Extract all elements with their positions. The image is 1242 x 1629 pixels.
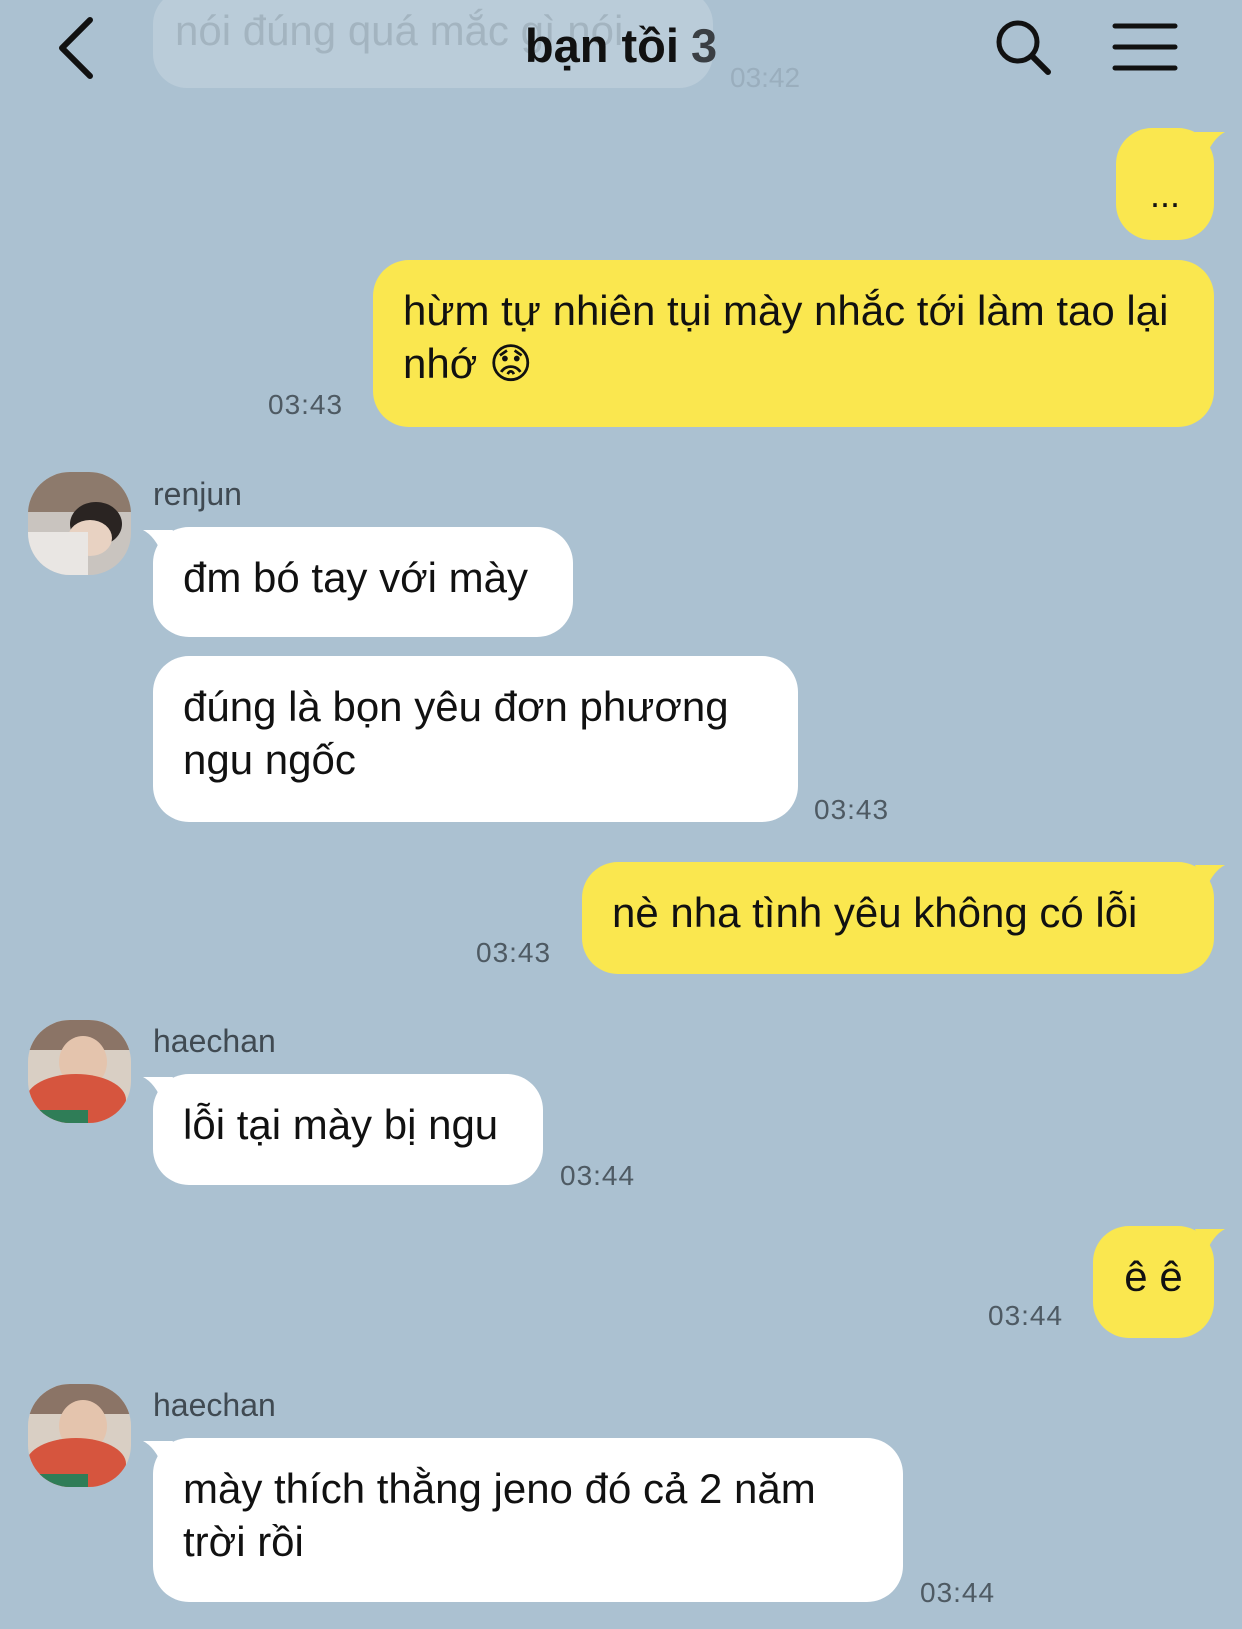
search-icon bbox=[996, 20, 1051, 75]
message-time: 03:43 bbox=[476, 937, 552, 968]
their-message-bubble[interactable]: đm bó tay với mày bbox=[153, 527, 573, 637]
page-title: bạn tồi 3 bbox=[0, 18, 1242, 73]
bubble-tail bbox=[1195, 132, 1225, 158]
message-time: 03:44 bbox=[988, 1300, 1064, 1331]
message-time: 03:44 bbox=[920, 1577, 996, 1608]
menu-button[interactable] bbox=[1112, 20, 1178, 74]
chat-header: bạn tồi 3 bbox=[0, 0, 1242, 100]
my-message-bubble[interactable]: nè nha tình yêu không có lỗi bbox=[582, 862, 1214, 974]
avatar[interactable] bbox=[28, 472, 131, 575]
message-text: nè nha tình yêu không có lỗi bbox=[612, 889, 1138, 936]
bubble-tail bbox=[1195, 865, 1225, 891]
bubble-tail bbox=[1195, 1229, 1225, 1255]
their-message-bubble[interactable]: lỗi tại mày bị ngu bbox=[153, 1074, 543, 1185]
message-text: hừm tự nhiên tụi mày nhắc tới làm tao lạ… bbox=[403, 287, 1169, 387]
sender-name: renjun bbox=[153, 476, 242, 512]
their-message-bubble[interactable]: đúng là bọn yêu đơn phương ngu ngốc bbox=[153, 656, 798, 822]
search-button[interactable] bbox=[994, 18, 1054, 78]
chat-room: nói đúng quá mắc gì nói 03:42 bạn tồi3 bbox=[0, 0, 1242, 1629]
message-time: 03:44 bbox=[560, 1160, 636, 1191]
message-text: ... bbox=[1149, 174, 1180, 215]
chat-title: bạn tồi bbox=[524, 19, 679, 72]
message-time: 03:43 bbox=[268, 389, 344, 420]
message-text: lỗi tại mày bị ngu bbox=[183, 1101, 499, 1148]
message-text: đm bó tay với mày bbox=[183, 554, 528, 601]
my-message-bubble[interactable]: hừm tự nhiên tụi mày nhắc tới làm tao lạ… bbox=[373, 260, 1214, 427]
profile-photo-haechan bbox=[28, 1020, 131, 1123]
member-count: 3 bbox=[690, 19, 718, 72]
hamburger-menu-icon bbox=[1112, 23, 1178, 71]
message-text: ê ê bbox=[1124, 1253, 1183, 1300]
message-time: 03:43 bbox=[814, 794, 890, 825]
sender-name: haechan bbox=[153, 1387, 276, 1423]
their-message-bubble[interactable]: mày thích thằng jeno đó cả 2 năm trời rồ… bbox=[153, 1438, 903, 1602]
sender-name: haechan bbox=[153, 1023, 276, 1059]
message-text: mày thích thằng jeno đó cả 2 năm trời rồ… bbox=[183, 1465, 816, 1565]
message-text: đúng là bọn yêu đơn phương ngu ngốc bbox=[183, 683, 729, 783]
profile-photo-haechan bbox=[28, 1384, 131, 1487]
avatar[interactable] bbox=[28, 1384, 131, 1487]
avatar[interactable] bbox=[28, 1020, 131, 1123]
profile-photo-renjun bbox=[28, 472, 131, 575]
